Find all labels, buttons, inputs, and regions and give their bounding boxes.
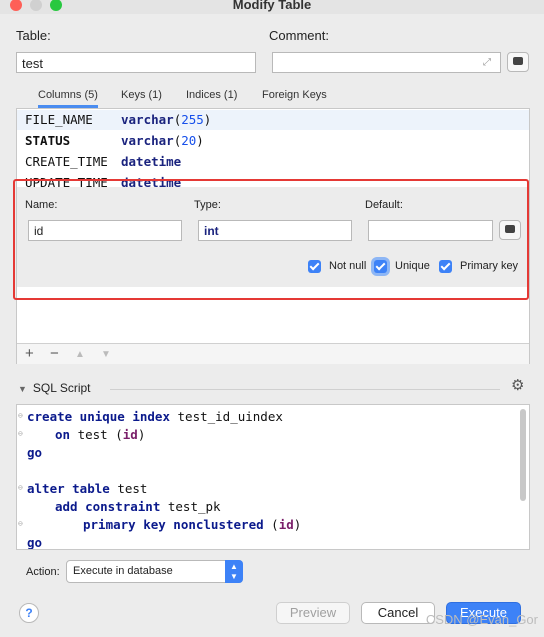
tab-bar: Columns (5) Keys (1) Indices (1) Foreign… — [16, 86, 530, 108]
column-row[interactable]: FILE_NAME varchar(255) — [17, 110, 529, 130]
columns-panel: FILE_NAME varchar(255) STATUS varchar(20) … — [16, 108, 530, 364]
column-type: varchar — [121, 112, 174, 127]
fold-icon[interactable]: ⊖ — [18, 483, 23, 492]
sql-line: add constraint test_pk — [55, 499, 221, 514]
sql-line: go — [27, 535, 43, 550]
title-bar: Modify Table — [0, 0, 544, 14]
window-title: Modify Table — [232, 0, 312, 12]
sql-script-header[interactable]: ▼ SQL Script — [18, 381, 91, 395]
sql-line: create unique index test_id_uindex — [27, 409, 283, 424]
tab-keys[interactable]: Keys (1) — [121, 86, 162, 104]
column-row[interactable]: CREATE_TIME datetime — [25, 152, 181, 172]
move-up-icon[interactable]: ▲ — [75, 349, 85, 360]
default-input[interactable] — [368, 220, 493, 241]
column-type: varchar — [121, 133, 174, 148]
watermark: CSDN @Evan_Gor — [425, 612, 538, 627]
column-type: datetime — [121, 154, 182, 169]
column-name-input[interactable]: id — [28, 220, 182, 241]
primary-key-checkbox[interactable] — [439, 260, 452, 273]
tab-foreign-keys[interactable]: Foreign Keys — [262, 86, 327, 104]
name-label: Name: — [25, 199, 58, 211]
add-column-icon[interactable]: + — [25, 345, 34, 362]
select-arrows-icon: ▲ ▼ — [225, 560, 243, 583]
action-select-value: Execute in database — [73, 565, 173, 577]
fold-icon[interactable]: ⊖ — [18, 429, 23, 438]
remove-column-icon[interactable]: − — [50, 345, 59, 362]
move-down-icon[interactable]: ▼ — [101, 349, 111, 360]
type-label: Type: — [194, 199, 221, 211]
action-select[interactable]: Execute in database ▲ ▼ — [66, 560, 243, 583]
sql-scrollbar[interactable] — [520, 409, 526, 501]
columns-toolbar: + − ▲ ▼ — [17, 343, 529, 364]
comment-editor-button[interactable] — [507, 52, 529, 72]
column-name: CREATE_TIME — [25, 154, 108, 169]
collapse-triangle-icon[interactable]: ▼ — [18, 384, 27, 394]
cancel-button[interactable]: Cancel — [361, 602, 435, 624]
column-type: datetime — [121, 175, 182, 187]
default-label: Default: — [365, 199, 403, 211]
fold-icon[interactable]: ⊖ — [18, 519, 23, 528]
column-row[interactable]: UPDATE_TIME datetime — [25, 173, 181, 187]
tab-indices[interactable]: Indices (1) — [186, 86, 237, 104]
default-editor-button[interactable] — [499, 220, 521, 240]
sql-script-title: SQL Script — [32, 381, 91, 395]
not-null-label: Not null — [329, 260, 367, 272]
column-name: UPDATE_TIME — [25, 175, 108, 187]
expand-icon[interactable]: ⤢ — [483, 57, 491, 68]
column-type-input[interactable]: int — [198, 220, 352, 241]
column-row[interactable]: STATUS varchar(20) — [25, 131, 204, 151]
primary-key-label: Primary key — [460, 260, 519, 272]
column-name: FILE_NAME — [25, 112, 93, 127]
unique-checkbox[interactable] — [374, 260, 387, 273]
sql-line: primary key nonclustered (id) — [83, 517, 302, 532]
help-button[interactable]: ? — [19, 603, 39, 623]
sql-script-editor[interactable]: ⊖ create unique index test_id_uindex ⊖ o… — [16, 404, 530, 550]
action-label: Action: — [26, 566, 60, 578]
table-name-input[interactable]: test — [16, 52, 256, 73]
tab-columns[interactable]: Columns (5) — [38, 86, 98, 108]
column-name: STATUS — [25, 133, 71, 148]
comment-label: Comment: — [269, 28, 329, 43]
column-size: 20 — [181, 133, 197, 148]
unique-label: Unique — [395, 260, 430, 272]
preview-button[interactable]: Preview — [276, 602, 350, 624]
fold-icon[interactable]: ⊖ — [18, 411, 23, 420]
sql-line: on test (id) — [55, 427, 146, 442]
sql-line: go — [27, 445, 43, 460]
gear-icon[interactable]: ⚙ — [511, 376, 524, 394]
not-null-checkbox[interactable] — [308, 260, 321, 273]
column-editor: Name: id Type: int Default: Not null Uni… — [17, 187, 529, 287]
table-label: Table: — [16, 28, 51, 43]
divider — [110, 389, 500, 390]
column-size: 255 — [181, 112, 204, 127]
sql-line: alter table test — [27, 481, 148, 496]
comment-input[interactable] — [272, 52, 501, 73]
